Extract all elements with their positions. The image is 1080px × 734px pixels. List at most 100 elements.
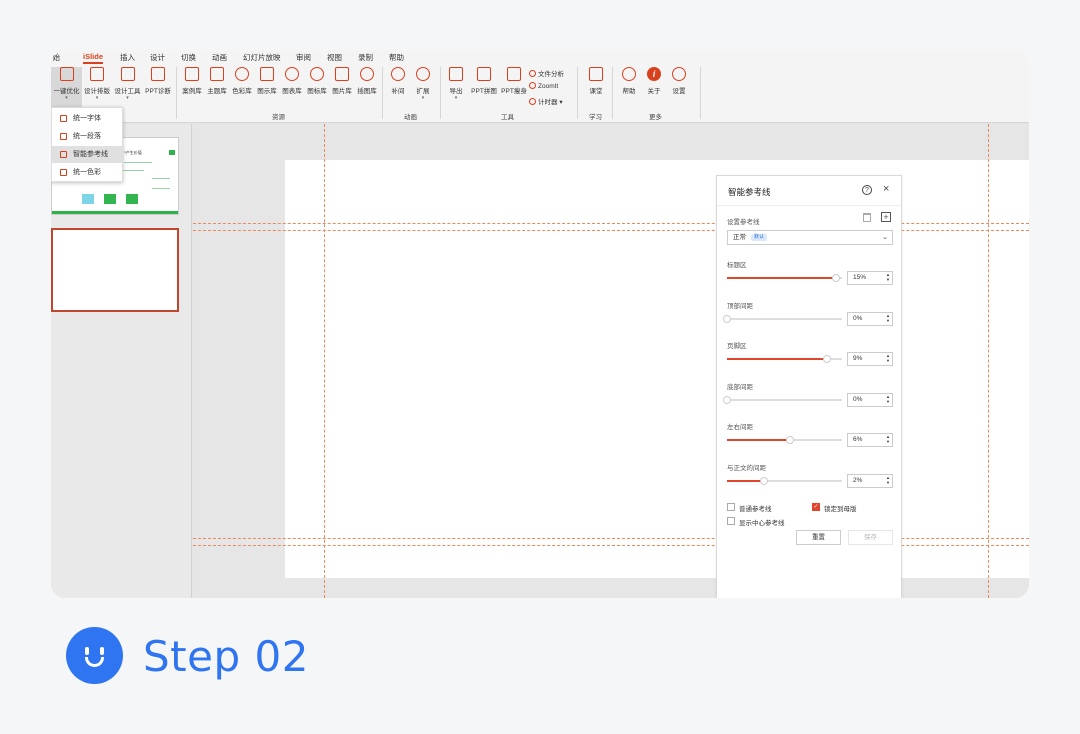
- trash-icon[interactable]: [863, 213, 871, 222]
- tab-help[interactable]: 帮助: [389, 52, 404, 63]
- guide-line-vertical[interactable]: [988, 124, 989, 598]
- ppt-slim-button[interactable]: PPT瘦身: [499, 67, 529, 107]
- menu-item-unify-paragraph[interactable]: 统一段落: [52, 128, 124, 145]
- close-icon[interactable]: ×: [883, 183, 889, 195]
- paragraph-icon: [60, 133, 67, 140]
- help-button[interactable]: 帮助: [618, 67, 640, 107]
- center-guides-checkbox[interactable]: [727, 517, 735, 525]
- image-icon: [335, 67, 349, 81]
- group-label-tools: 工具: [501, 114, 514, 121]
- slider-handle[interactable]: [723, 395, 731, 404]
- extend-button[interactable]: 扩展 ▾: [413, 67, 433, 107]
- stepper-arrows-icon[interactable]: ▲ ▼: [886, 313, 890, 323]
- slider-handle[interactable]: [786, 436, 795, 444]
- ppt-puzzle-button[interactable]: PPT拼图: [469, 67, 499, 107]
- settings-button[interactable]: 设置: [668, 67, 690, 107]
- tab-transition[interactable]: 切换: [181, 52, 196, 63]
- chevron-down-icon: ▾: [421, 95, 425, 101]
- thumbnail-text-line: [152, 178, 170, 179]
- normal-guides-checkbox[interactable]: [727, 503, 735, 511]
- plus-square-icon[interactable]: +: [881, 212, 891, 222]
- side-spacing-slider[interactable]: [727, 436, 842, 444]
- illustration-library-button[interactable]: 插图库: [355, 67, 379, 107]
- tab-review[interactable]: 审阅: [296, 52, 311, 63]
- classroom-button[interactable]: 课堂: [585, 67, 607, 107]
- design-tools-button[interactable]: 设计工具 ▾: [112, 67, 143, 107]
- footer-area-stepper[interactable]: 9% ▲ ▼: [847, 352, 893, 366]
- slider-handle[interactable]: [759, 476, 768, 485]
- bottom-spacing-slider[interactable]: [723, 395, 842, 404]
- menu-item-unify-color[interactable]: 统一色彩: [52, 164, 124, 181]
- title-area-stepper[interactable]: 15% ▲ ▼: [847, 271, 893, 285]
- image-library-button[interactable]: 图片库: [330, 67, 354, 107]
- ribbon-separator: [700, 67, 701, 119]
- save-button[interactable]: 保存: [848, 530, 893, 545]
- body-spacing-slider[interactable]: [727, 476, 842, 485]
- tab-design[interactable]: 设计: [150, 52, 165, 63]
- design-tools-icon: [120, 67, 135, 81]
- top-spacing-stepper[interactable]: 0% ▲ ▼: [847, 311, 893, 326]
- body-spacing-stepper[interactable]: 2% ▲ ▼: [847, 473, 893, 488]
- slider-handle[interactable]: [832, 274, 841, 282]
- tab-islide[interactable]: iSlide: [83, 52, 104, 64]
- guide-line-horizontal[interactable]: [193, 538, 1029, 539]
- chart-library-button[interactable]: 图表库: [280, 67, 304, 107]
- thumbnail-footer-bar: [52, 211, 178, 214]
- smiley-eye: [100, 647, 104, 655]
- one-click-optimize-button[interactable]: 一键优化 ▾: [51, 67, 82, 107]
- ribbon-separator: [440, 67, 441, 119]
- guide-line-horizontal[interactable]: [193, 545, 1029, 546]
- lock-to-master-checkbox[interactable]: ✓: [812, 503, 820, 511]
- stepper-arrows-icon[interactable]: ▲ ▼: [886, 434, 890, 444]
- bottom-spacing-stepper[interactable]: 0% ▲ ▼: [847, 392, 893, 407]
- app-window: 开始 iSlide 插入 设计 切换 动画 幻灯片放映 审阅 视图 录制 帮助 …: [51, 50, 1029, 598]
- stepper-arrows-icon[interactable]: ▲ ▼: [886, 353, 890, 363]
- stepper-arrows-icon[interactable]: ▲ ▼: [886, 272, 890, 282]
- slider-handle[interactable]: [723, 314, 731, 323]
- tab-view[interactable]: 视图: [327, 52, 342, 63]
- side-spacing-stepper[interactable]: 6% ▲ ▼: [847, 433, 893, 447]
- guide-line-horizontal[interactable]: [193, 223, 1029, 224]
- center-guides-label: 显示中心参考线: [739, 520, 785, 527]
- stepper-arrows-icon[interactable]: ▲ ▼: [886, 475, 890, 485]
- export-button[interactable]: 导出 ▾: [445, 67, 467, 107]
- case-library-button[interactable]: 案例库: [180, 67, 204, 107]
- top-spacing-slider[interactable]: [723, 314, 842, 323]
- tab-home[interactable]: 开始: [51, 52, 60, 63]
- group-label-resources: 资源: [272, 114, 285, 121]
- font-icon: [60, 115, 67, 122]
- tab-animation[interactable]: 动画: [212, 52, 227, 63]
- tab-record[interactable]: 录制: [358, 52, 373, 63]
- tween-button[interactable]: 补间: [388, 67, 408, 107]
- case-icon: [185, 67, 199, 81]
- footer-area-slider[interactable]: [727, 355, 842, 363]
- doc-analysis-button[interactable]: 文件分析: [529, 68, 564, 78]
- icon-library-button[interactable]: 图标库: [305, 67, 329, 107]
- ppt-diagnose-button[interactable]: PPT诊断: [143, 67, 173, 107]
- guide-line-vertical[interactable]: [324, 124, 325, 598]
- diagram-library-button[interactable]: 图示库: [255, 67, 279, 107]
- menu-item-unify-font[interactable]: 统一字体: [52, 110, 124, 127]
- panel-divider: [717, 205, 901, 206]
- smiley-eye: [85, 647, 89, 655]
- color-library-button[interactable]: 色彩库: [230, 67, 254, 107]
- about-button[interactable]: i 关于: [643, 67, 665, 107]
- theme-library-button[interactable]: 主题库: [205, 67, 229, 107]
- reset-button[interactable]: 重置: [796, 530, 841, 545]
- slide-thumbnail-2[interactable]: [51, 228, 179, 312]
- palette-icon: [235, 67, 249, 81]
- preset-select[interactable]: 正常 默认 ⌄: [727, 230, 893, 245]
- slide-canvas[interactable]: [193, 124, 1029, 598]
- stepper-arrows-icon[interactable]: ▲ ▼: [886, 394, 890, 404]
- tab-insert[interactable]: 插入: [120, 52, 135, 63]
- guide-line-horizontal[interactable]: [193, 230, 1029, 231]
- menu-item-smart-guides[interactable]: 智能参考线: [52, 146, 124, 163]
- title-area-slider[interactable]: [727, 274, 842, 282]
- zoomit-button[interactable]: ZoomIt: [529, 82, 558, 90]
- question-circle-icon[interactable]: ?: [862, 185, 872, 195]
- tab-slideshow[interactable]: 幻灯片放映: [243, 52, 281, 63]
- panel-title: 智能参考线: [728, 187, 771, 197]
- timer-button[interactable]: 计时器 ▾: [529, 96, 563, 106]
- slider-handle[interactable]: [823, 355, 832, 363]
- design-layout-button[interactable]: 设计排版 ▾: [82, 67, 112, 107]
